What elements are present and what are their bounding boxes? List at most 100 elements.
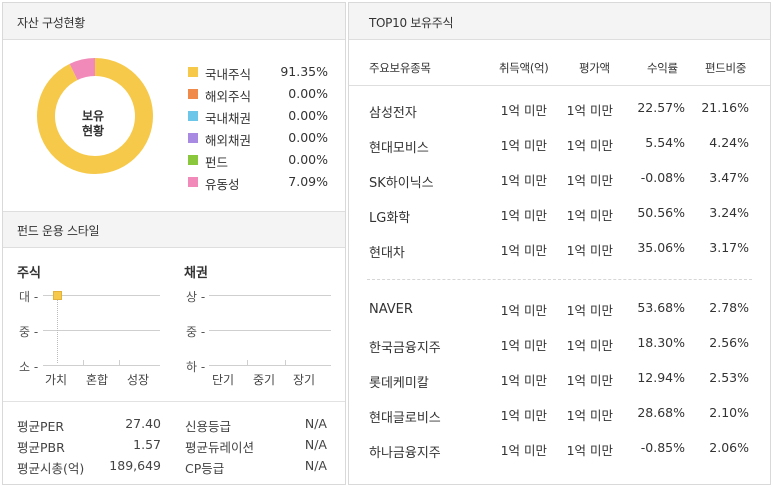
donut-center-label: 보유 현황 xyxy=(63,109,123,139)
holding-row: SK하이닉스 1억 미만 1억 미만 -0.08% 3.47% xyxy=(349,164,770,198)
holding-return: 12.94% xyxy=(637,370,685,385)
stat-value: 1.57 xyxy=(133,437,161,452)
holding-eval-amount: 1억 미만 xyxy=(566,303,613,318)
holding-weight: 3.24% xyxy=(709,205,749,220)
holding-eval-amount: 1억 미만 xyxy=(566,443,613,458)
holding-weight: 2.78% xyxy=(709,300,749,315)
holding-name: 하나금융지주 xyxy=(369,446,441,461)
legend-percent: 0.00% xyxy=(288,130,328,145)
donut-slice xyxy=(69,58,96,81)
holding-eval-amount: 1억 미만 xyxy=(566,173,613,188)
stock-tick xyxy=(83,360,84,365)
holding-row: 현대글로비스 1억 미만 1억 미만 28.68% 2.10% xyxy=(349,399,770,433)
legend-swatch xyxy=(188,133,198,143)
holding-eval-amount: 1억 미만 xyxy=(566,138,613,153)
legend-item: 해외주식 0.00% xyxy=(188,84,328,106)
holding-eval-amount: 1억 미만 xyxy=(566,408,613,423)
holding-buy-amount: 1억 미만 xyxy=(500,173,547,188)
stock-x-label-growth: 성장 xyxy=(127,373,150,387)
donut-center-label-2: 현황 xyxy=(81,124,105,138)
bond-x-label-long: 장기 xyxy=(293,373,316,387)
stat-row: 평균듀레이션 N/A xyxy=(185,437,327,457)
legend-percent: 0.00% xyxy=(288,108,328,123)
stock-x-label-blend: 혼합 xyxy=(86,373,109,387)
header-underline xyxy=(349,85,770,86)
col-header-name: 주요보유종목 xyxy=(369,61,431,75)
col-header-return: 수익률 xyxy=(647,61,678,75)
donut-center-label-1: 보유 xyxy=(81,109,105,123)
stock-x-label-value: 가치 xyxy=(45,373,68,387)
holding-return: -0.08% xyxy=(640,170,685,185)
holding-weight: 2.10% xyxy=(709,405,749,420)
stat-label: CP등급 xyxy=(185,461,225,476)
legend-item: 국내주식 91.35% xyxy=(188,62,328,84)
legend-item: 유동성 7.09% xyxy=(188,172,328,194)
holding-row: NAVER 1억 미만 1억 미만 53.68% 2.78% xyxy=(349,294,770,328)
holding-buy-amount: 1억 미만 xyxy=(500,208,547,223)
holding-row: LG화학 1억 미만 1억 미만 50.56% 3.24% xyxy=(349,199,770,233)
top10-section-title: TOP10 보유주식 xyxy=(369,16,454,30)
stock-style-guide xyxy=(57,299,58,363)
holding-return: 28.68% xyxy=(637,405,685,420)
bond-x-label-short: 단기 xyxy=(212,373,235,387)
stat-row: 평균시총(억) 189,649 xyxy=(17,458,161,478)
holding-name: NAVER xyxy=(369,302,413,317)
legend-swatch xyxy=(188,177,198,187)
legend-item: 국내채권 0.00% xyxy=(188,106,328,128)
holding-row: 현대모비스 1억 미만 1억 미만 5.54% 4.24% xyxy=(349,129,770,163)
stat-label: 신용등급 xyxy=(185,419,232,434)
holding-buy-amount: 1억 미만 xyxy=(500,103,547,118)
stock-grid-line-mid xyxy=(43,330,160,331)
bond-grid-line-high xyxy=(209,295,331,296)
holding-name: LG화학 xyxy=(369,211,411,226)
style-section-title: 펀드 운용 스타일 xyxy=(17,224,100,238)
stat-value: N/A xyxy=(304,416,327,431)
legend-name: 국내채권 xyxy=(205,111,252,126)
bond-style-title: 채권 xyxy=(184,266,208,281)
bond-y-label-high: 상 - xyxy=(186,290,206,304)
stock-y-label-large: 대 - xyxy=(19,290,39,304)
stock-y-label-small: 소 - xyxy=(19,360,39,374)
holding-weight: 3.47% xyxy=(709,170,749,185)
bond-y-label-low: 하 - xyxy=(186,360,206,374)
holding-name: 현대글로비스 xyxy=(369,411,441,426)
holding-buy-amount: 1억 미만 xyxy=(500,338,547,353)
legend-name: 유동성 xyxy=(205,177,240,192)
stock-style-title: 주식 xyxy=(17,266,41,281)
holding-weight: 3.17% xyxy=(709,240,749,255)
legend-swatch xyxy=(188,155,198,165)
holding-return: 35.06% xyxy=(637,240,685,255)
col-header-weight: 편드비중 xyxy=(705,61,747,75)
holding-buy-amount: 1억 미만 xyxy=(500,243,547,258)
bond-y-label-mid: 중 - xyxy=(186,325,206,339)
bond-grid-line-low xyxy=(209,365,331,366)
stock-y-label-mid: 중 - xyxy=(19,325,39,339)
stock-tick xyxy=(119,360,120,365)
holding-eval-amount: 1억 미만 xyxy=(566,338,613,353)
holding-name: 삼성전자 xyxy=(369,106,417,121)
asset-section-title: 자산 구성현황 xyxy=(17,16,85,30)
holding-name: 롯데케미칼 xyxy=(369,376,429,391)
stat-row: CP등급 N/A xyxy=(185,458,327,478)
asset-legend: 국내주식 91.35% 해외주식 0.00% 국내채권 0.00% 해외채권 0.00% 펀드 0… xyxy=(188,62,328,194)
stock-grid-line-small xyxy=(43,365,160,366)
bond-grid-line-mid xyxy=(209,330,331,331)
rows-divider xyxy=(367,279,752,280)
holding-return: 22.57% xyxy=(637,100,685,115)
stat-value: 189,649 xyxy=(109,458,161,473)
legend-name: 국내주식 xyxy=(205,67,252,82)
holding-return: 50.56% xyxy=(637,205,685,220)
style-section-header: 펀드 운용 스타일 xyxy=(3,211,345,248)
right-panel: TOP10 보유주식 주요보유종목 취득액(억) 평가액 수익률 편드비중 삼성… xyxy=(348,2,771,485)
stats-divider xyxy=(3,401,345,402)
legend-item: 해외채권 0.00% xyxy=(188,128,328,150)
holding-row: 롯데케미칼 1억 미만 1억 미만 12.94% 2.53% xyxy=(349,364,770,398)
holding-name: 현대차 xyxy=(369,246,405,261)
holding-weight: 2.53% xyxy=(709,370,749,385)
holding-row: 현대차 1억 미만 1억 미만 35.06% 3.17% xyxy=(349,234,770,268)
stat-value: 27.40 xyxy=(125,416,161,431)
top10-section-header: TOP10 보유주식 xyxy=(349,3,770,40)
bond-tick xyxy=(247,360,248,365)
legend-percent: 0.00% xyxy=(288,86,328,101)
stat-row: 평균PER 27.40 xyxy=(17,416,161,436)
